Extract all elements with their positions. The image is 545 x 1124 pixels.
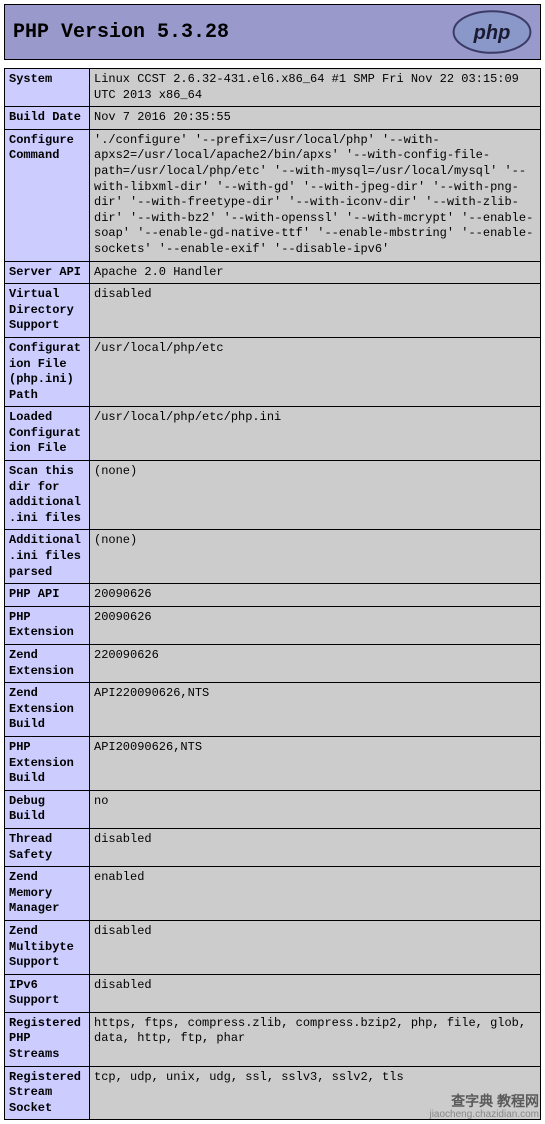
row-value: './configure' '--prefix=/usr/local/php' … — [90, 129, 541, 261]
row-value: Apache 2.0 Handler — [90, 261, 541, 284]
row-value: enabled — [90, 867, 541, 921]
row-value: Nov 7 2016 20:35:55 — [90, 107, 541, 130]
row-key: System — [5, 69, 90, 107]
table-row: PHP Extension20090626 — [5, 606, 541, 644]
row-value: no — [90, 790, 541, 828]
row-key: Scan this dir for additional .ini files — [5, 461, 90, 530]
row-value: API20090626,NTS — [90, 736, 541, 790]
table-row: IPv6 Supportdisabled — [5, 974, 541, 1012]
row-key: PHP Extension Build — [5, 736, 90, 790]
svg-text:php: php — [473, 22, 511, 44]
table-row: Virtual Directory Supportdisabled — [5, 284, 541, 338]
table-row: Configure Command'./configure' '--prefix… — [5, 129, 541, 261]
table-row: Server APIApache 2.0 Handler — [5, 261, 541, 284]
table-row: Build DateNov 7 2016 20:35:55 — [5, 107, 541, 130]
watermark-domain: jiaocheng.chazidian.com — [429, 1109, 539, 1120]
row-value: 20090626 — [90, 584, 541, 607]
row-value: (none) — [90, 530, 541, 584]
page-title: PHP Version 5.3.28 — [13, 21, 229, 44]
row-key: Registered PHP Streams — [5, 1012, 90, 1066]
table-row: Configuration File (php.ini) Path/usr/lo… — [5, 337, 541, 406]
row-key: Zend Extension — [5, 645, 90, 683]
row-key: IPv6 Support — [5, 974, 90, 1012]
phpinfo-table: SystemLinux CCST 2.6.32-431.el6.x86_64 #… — [4, 68, 541, 1120]
row-value: Linux CCST 2.6.32-431.el6.x86_64 #1 SMP … — [90, 69, 541, 107]
row-value: 20090626 — [90, 606, 541, 644]
table-row: Thread Safetydisabled — [5, 828, 541, 866]
table-row: Zend Memory Managerenabled — [5, 867, 541, 921]
table-row: Registered PHP Streamshttps, ftps, compr… — [5, 1012, 541, 1066]
watermark-text: 查字典 教程网 — [429, 1091, 539, 1111]
row-value: (none) — [90, 461, 541, 530]
row-value: disabled — [90, 284, 541, 338]
row-key: Configuration File (php.ini) Path — [5, 337, 90, 406]
row-key: Loaded Configuration File — [5, 407, 90, 461]
row-value: /usr/local/php/etc/php.ini — [90, 407, 541, 461]
row-key: Registered Stream Socket — [5, 1066, 90, 1120]
row-key: Zend Multibyte Support — [5, 920, 90, 974]
table-row: Zend Extension BuildAPI220090626,NTS — [5, 683, 541, 737]
table-row: Loaded Configuration File/usr/local/php/… — [5, 407, 541, 461]
table-row: Zend Extension220090626 — [5, 645, 541, 683]
table-row: PHP API20090626 — [5, 584, 541, 607]
row-value: /usr/local/php/etc — [90, 337, 541, 406]
row-value: disabled — [90, 920, 541, 974]
table-row: Additional .ini files parsed(none) — [5, 530, 541, 584]
row-key: Build Date — [5, 107, 90, 130]
row-key: Configure Command — [5, 129, 90, 261]
row-value: https, ftps, compress.zlib, compress.bzi… — [90, 1012, 541, 1066]
row-key: Zend Extension Build — [5, 683, 90, 737]
table-row: SystemLinux CCST 2.6.32-431.el6.x86_64 #… — [5, 69, 541, 107]
table-row: Debug Buildno — [5, 790, 541, 828]
row-key: Debug Build — [5, 790, 90, 828]
row-key: PHP API — [5, 584, 90, 607]
table-row: Zend Multibyte Supportdisabled — [5, 920, 541, 974]
row-value: disabled — [90, 828, 541, 866]
row-value: disabled — [90, 974, 541, 1012]
row-key: Thread Safety — [5, 828, 90, 866]
row-key: Server API — [5, 261, 90, 284]
row-key: Zend Memory Manager — [5, 867, 90, 921]
table-row: Scan this dir for additional .ini files(… — [5, 461, 541, 530]
row-key: PHP Extension — [5, 606, 90, 644]
php-logo-icon: php — [452, 10, 532, 54]
row-key: Additional .ini files parsed — [5, 530, 90, 584]
table-row: PHP Extension BuildAPI20090626,NTS — [5, 736, 541, 790]
phpinfo-header: PHP Version 5.3.28 php — [4, 4, 541, 60]
row-key: Virtual Directory Support — [5, 284, 90, 338]
watermark: 查字典 教程网 jiaocheng.chazidian.com — [429, 1091, 539, 1120]
row-value: 220090626 — [90, 645, 541, 683]
row-value: API220090626,NTS — [90, 683, 541, 737]
